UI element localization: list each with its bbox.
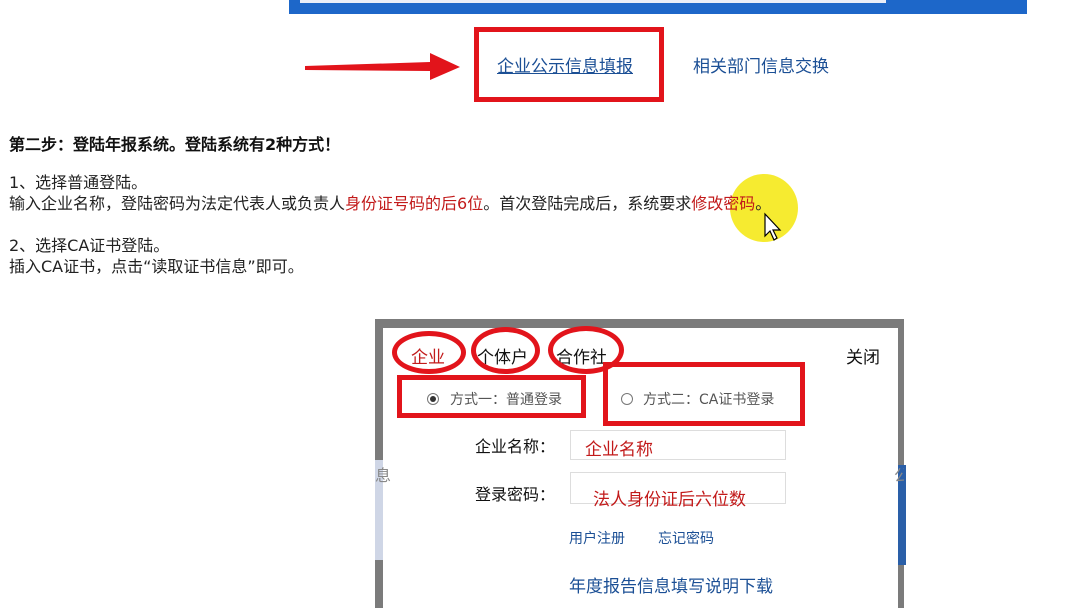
option1-radio[interactable] bbox=[427, 393, 439, 405]
option2-label[interactable]: 方式二：CA证书登录 bbox=[643, 389, 774, 409]
tab-enterprise-annotation bbox=[392, 331, 466, 374]
forgot-password-link[interactable]: 忘记密码 bbox=[658, 528, 714, 548]
background-page-char-right: 公 bbox=[894, 466, 904, 485]
close-button[interactable]: 关闭 bbox=[846, 343, 880, 368]
company-name-input-text: 企业名称 bbox=[585, 440, 653, 460]
option1-label[interactable]: 方式一：普通登录 bbox=[450, 389, 562, 409]
background-page-char-left: 息 bbox=[375, 466, 392, 485]
company-name-label: 企业名称： bbox=[475, 437, 556, 456]
password-input-text: 法人身份证后六位数 bbox=[593, 490, 746, 510]
option2-radio[interactable] bbox=[621, 393, 633, 405]
password-input[interactable]: 法人身份证后六位数 bbox=[570, 472, 786, 510]
instructions-download-link[interactable]: 年度报告信息填写说明下载 bbox=[569, 572, 773, 597]
register-link[interactable]: 用户注册 bbox=[569, 528, 625, 548]
tab-individual-annotation bbox=[471, 327, 540, 374]
password-label: 登录密码： bbox=[475, 485, 556, 504]
company-name-input[interactable]: 企业名称 bbox=[570, 430, 786, 460]
